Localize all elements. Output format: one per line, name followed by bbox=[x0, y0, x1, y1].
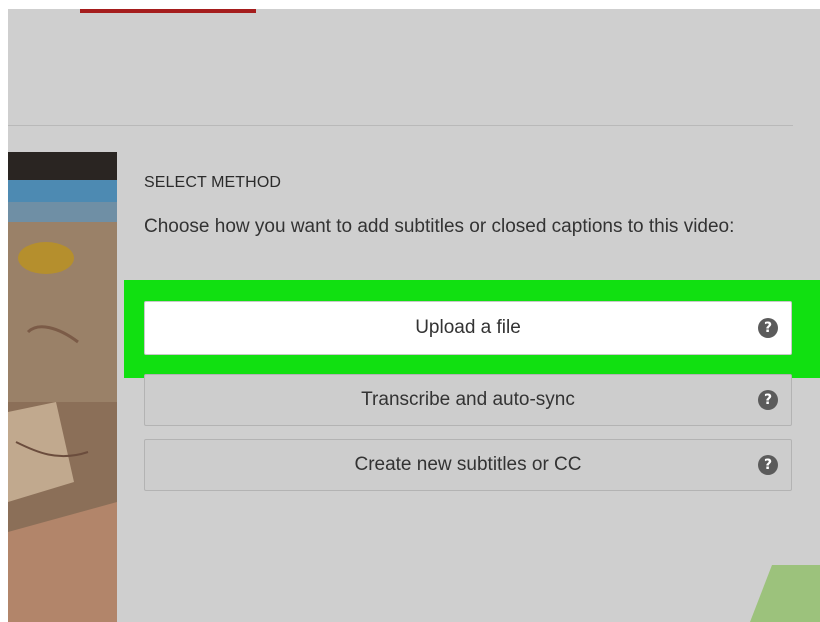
corner-decoration bbox=[750, 565, 820, 622]
transcribe-auto-sync-button[interactable]: Transcribe and auto-sync ? bbox=[144, 374, 792, 426]
help-icon[interactable]: ? bbox=[758, 455, 778, 475]
section-title: SELECT METHOD bbox=[144, 174, 282, 191]
video-thumbnail bbox=[8, 152, 117, 622]
section-divider bbox=[8, 125, 793, 126]
upload-file-label: Upload a file bbox=[415, 317, 521, 338]
video-thumbnail-image bbox=[8, 152, 117, 622]
method-description: Choose how you want to add subtitles or … bbox=[144, 216, 735, 237]
create-subtitles-label: Create new subtitles or CC bbox=[354, 454, 582, 475]
create-subtitles-button[interactable]: Create new subtitles or CC ? bbox=[144, 439, 792, 491]
subtitle-method-panel: SELECT METHOD Choose how you want to add… bbox=[8, 9, 820, 622]
transcribe-auto-sync-label: Transcribe and auto-sync bbox=[361, 389, 575, 410]
upload-file-button[interactable]: Upload a file ? bbox=[144, 301, 792, 355]
active-tab-indicator bbox=[80, 9, 256, 13]
help-icon[interactable]: ? bbox=[758, 318, 778, 338]
help-icon[interactable]: ? bbox=[758, 390, 778, 410]
